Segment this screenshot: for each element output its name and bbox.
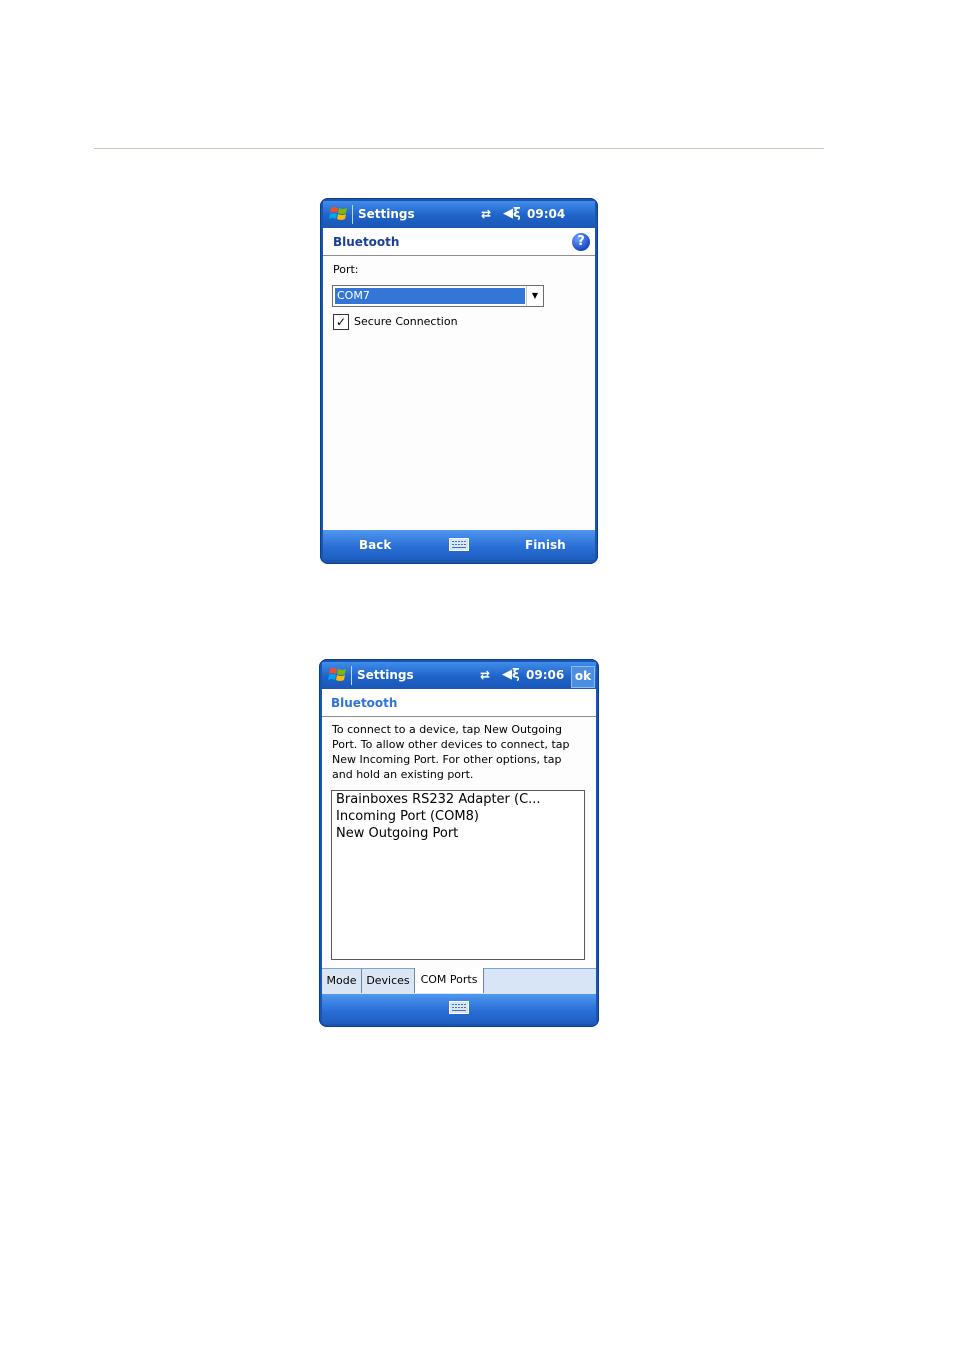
tab-strip: Mode Devices COM Ports [322,968,596,994]
finish-softkey[interactable]: Finish [525,538,566,552]
content-area: Bluetooth ? Port: COM7 ▼ ✓ Secure Connec… [323,228,595,530]
title-bar: Settings ⇄ ◀ξ 09:06 ok [322,662,596,689]
settings-bluetooth-comports-screen: Settings ⇄ ◀ξ 09:06 ok Bluetooth To conn… [319,659,599,1027]
page-divider [94,148,824,149]
connectivity-icon[interactable]: ⇄ [480,668,490,682]
list-item[interactable]: Incoming Port (COM8) [332,808,584,825]
instructions-line: To connect to a device, tap New Outgoing [332,723,563,736]
keyboard-icon[interactable] [449,1001,469,1014]
app-title: Settings [357,668,414,682]
checkmark-icon: ✓ [335,315,347,329]
instructions-text: To connect to a device, tap New Outgoing… [332,722,582,782]
clock-time[interactable]: 09:04 [527,207,565,221]
help-icon[interactable]: ? [572,233,590,251]
back-softkey[interactable]: Back [359,538,391,552]
page-title: Bluetooth [333,235,400,249]
connectivity-icon[interactable]: ⇄ [481,207,491,221]
clock-time[interactable]: 09:06 [526,668,564,682]
title-bar: Settings ⇄ ◀ξ 09:04 [323,201,595,228]
windows-flag-icon[interactable] [329,205,349,223]
windows-flag-icon[interactable] [328,666,348,684]
tab-mode[interactable]: Mode [322,969,362,993]
page-header: Bluetooth ? [323,228,595,256]
app-title: Settings [358,207,415,221]
speaker-muted-icon[interactable]: ◀ξ [502,667,520,682]
title-separator [351,666,352,685]
port-label: Port: [333,263,359,276]
dropdown-arrow-icon[interactable]: ▼ [526,286,543,306]
page-title: Bluetooth [331,696,398,710]
com-ports-list[interactable]: Brainboxes RS232 Adapter (C... Incoming … [331,790,585,960]
softkey-bar [322,994,596,1024]
instructions-line: Port. To allow other devices to connect,… [332,738,570,751]
instructions-line: New Incoming Port. For other options, ta… [332,753,562,766]
keyboard-icon[interactable] [449,538,469,551]
secure-connection-label: Secure Connection [354,315,458,328]
list-item[interactable]: New Outgoing Port [332,825,584,842]
tab-devices[interactable]: Devices [362,969,415,993]
instructions-line: and hold an existing port. [332,768,474,781]
settings-bluetooth-port-screen: Settings ⇄ ◀ξ 09:04 Bluetooth ? Port: CO… [320,198,598,564]
page-header: Bluetooth [322,689,596,717]
softkey-bar: Back Finish [323,530,595,560]
title-separator [352,205,353,224]
content-area: Bluetooth To connect to a device, tap Ne… [322,689,596,994]
port-value: COM7 [335,288,525,304]
ok-button[interactable]: ok [571,666,595,688]
list-item[interactable]: Brainboxes RS232 Adapter (C... [332,791,584,808]
tab-com-ports[interactable]: COM Ports [414,968,484,993]
speaker-muted-icon[interactable]: ◀ξ [503,206,521,221]
port-dropdown[interactable]: COM7 ▼ [332,285,544,307]
secure-connection-checkbox[interactable]: ✓ [333,314,349,330]
